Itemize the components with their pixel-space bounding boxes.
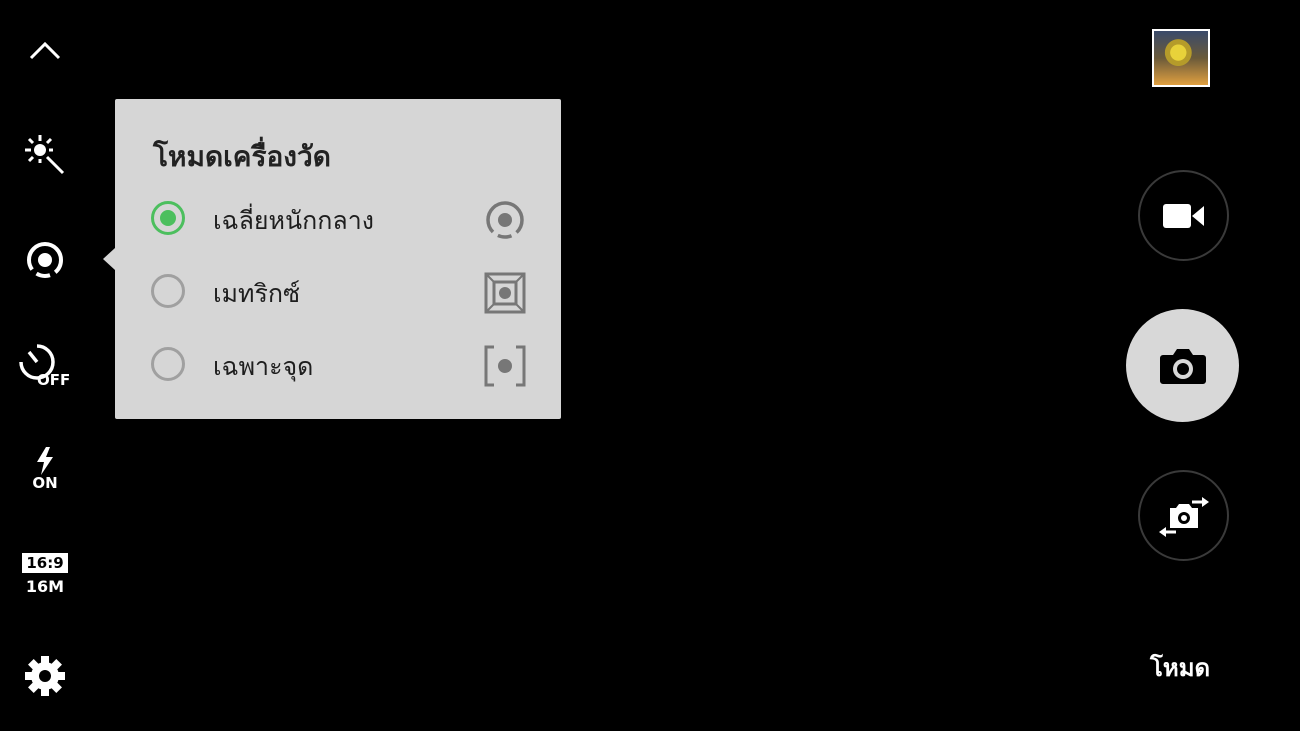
flash-icon — [37, 447, 53, 475]
mode-button[interactable]: โหมด — [1150, 648, 1210, 687]
radio-unselected[interactable] — [151, 347, 185, 381]
camera-settings-bar: OFF ON 16:9 16M — [0, 0, 90, 731]
gear-icon — [25, 656, 65, 696]
settings-button[interactable] — [0, 652, 90, 700]
radio-unselected[interactable] — [151, 274, 185, 308]
metering-button[interactable] — [0, 235, 90, 285]
camera-icon — [1159, 348, 1206, 384]
spot-icon — [484, 345, 526, 387]
switch-camera-icon — [1158, 496, 1209, 537]
capture-button[interactable] — [1126, 309, 1239, 422]
record-video-button[interactable] — [1138, 170, 1229, 261]
metering-option-center-weighted[interactable]: เฉลี่ยหนักกลาง — [115, 189, 561, 249]
video-camera-icon — [1162, 203, 1204, 228]
metering-option-spot[interactable]: เฉพาะจุด — [115, 335, 561, 395]
picture-size-button[interactable]: 16:9 16M — [0, 548, 90, 600]
timer-value: OFF — [37, 371, 71, 389]
effects-button[interactable] — [0, 130, 90, 180]
metering-mode-popup: โหมดเครื่องวัด เฉลี่ยหนักกลาง เมทริกซ์ เ… — [115, 99, 561, 419]
option-label: เฉลี่ยหนักกลาง — [213, 206, 374, 235]
chevron-up-icon — [29, 41, 61, 60]
popup-title: โหมดเครื่องวัด — [153, 140, 331, 173]
gallery-thumbnail[interactable] — [1152, 29, 1210, 87]
magic-wand-sun-icon — [25, 135, 65, 175]
switch-camera-button[interactable] — [1138, 470, 1229, 561]
metering-option-matrix[interactable]: เมทริกซ์ — [115, 262, 561, 322]
popup-pointer — [103, 248, 115, 270]
option-label: เมทริกซ์ — [213, 279, 301, 308]
matrix-icon — [484, 272, 526, 314]
radio-selected[interactable] — [151, 201, 185, 235]
option-label: เฉพาะจุด — [213, 352, 314, 381]
center-weighted-icon — [486, 201, 524, 239]
timer-button[interactable]: OFF — [0, 340, 90, 395]
flash-value: ON — [32, 474, 58, 492]
collapse-button[interactable] — [0, 30, 90, 70]
aspect-ratio-badge: 16:9 — [22, 552, 68, 573]
flash-button[interactable]: ON — [0, 443, 90, 495]
center-weighted-metering-icon — [27, 242, 63, 278]
resolution-label: 16M — [25, 576, 65, 596]
